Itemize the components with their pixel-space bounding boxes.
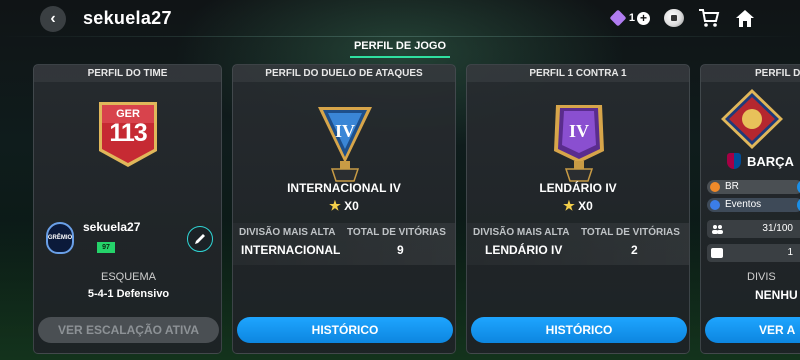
- back-arrow-icon: ‹: [50, 10, 56, 27]
- stars-row: ★ X0: [233, 198, 455, 214]
- star-icon: ★: [329, 198, 341, 213]
- highest-division-label: DIVISÃO MAIS ALTA: [473, 227, 570, 238]
- region-pill: BR: [707, 180, 800, 194]
- rating-value: 113: [109, 119, 147, 147]
- highest-division-label: DIVISÃO MAIS ALTA: [239, 227, 336, 238]
- barca-crest-icon: [727, 153, 741, 169]
- page-title: sekuela27: [83, 8, 172, 28]
- attack-duel-profile-card: PERFIL DO DUELO DE ATAQUES IV INTERNACIO…: [232, 64, 456, 354]
- scheme-value: 5-4-1 Defensivo: [87, 288, 170, 300]
- edit-button[interactable]: [187, 226, 213, 252]
- members-count: 31/100: [762, 223, 793, 234]
- stars-count: X0: [578, 199, 593, 213]
- one-vs-one-profile-card: PERFIL 1 CONTRA 1 IV LENDÁRIO IV ★ X0 DI…: [466, 64, 690, 354]
- top-bar: ‹ sekuela27 1 +: [0, 0, 800, 36]
- club-profile-card: PERFIL D BARÇA BR Eventos 31/100 1 DIVIS…: [700, 64, 800, 354]
- members-row: 31/100: [707, 220, 800, 238]
- events-icon: [710, 200, 720, 210]
- level-badge: 97: [97, 242, 115, 253]
- back-button[interactable]: ‹: [40, 6, 66, 32]
- cart-icon[interactable]: [698, 8, 720, 28]
- rating-badge: GER 113: [95, 99, 161, 169]
- view-active-lineup-button[interactable]: VER ESCALAÇÃO ATIVA: [38, 317, 219, 343]
- card-header: PERFIL DO TIME: [34, 65, 221, 82]
- card-header: PERFIL DO DUELO DE ATAQUES: [233, 65, 455, 82]
- card-header: PERFIL D: [701, 65, 800, 82]
- events-label: Eventos: [725, 199, 762, 210]
- second-count: 1: [787, 247, 793, 258]
- region-icon: [710, 182, 720, 192]
- card-header: PERFIL 1 CONTRA 1: [467, 65, 689, 82]
- stats-panel: DIVISÃO MAIS ALTA TOTAL DE VITÓRIAS LEND…: [467, 223, 689, 265]
- stars-row: ★ X0: [467, 198, 689, 214]
- events-pill: Eventos: [707, 198, 800, 212]
- star-icon: ★: [563, 198, 575, 213]
- plus-icon: +: [637, 11, 650, 25]
- history-button[interactable]: HISTÓRICO: [471, 317, 687, 343]
- members-icon: [712, 225, 723, 234]
- highest-division-value: LENDÁRIO IV: [485, 243, 563, 257]
- tab-bar: PERFIL DE JOGO: [0, 36, 800, 58]
- tag-icon: [609, 9, 627, 27]
- international-trophy-icon: IV: [318, 107, 372, 182]
- total-wins-value: 2: [631, 243, 638, 257]
- tab-perfil-de-jogo[interactable]: PERFIL DE JOGO: [330, 36, 470, 58]
- home-icon[interactable]: [734, 8, 756, 28]
- league-icon: [711, 248, 723, 258]
- currency-value: 1: [628, 12, 635, 24]
- club-crest-icon: GRÊMIO: [46, 222, 74, 254]
- division-name: INTERNACIONAL IV: [287, 181, 401, 195]
- total-wins-label: TOTAL DE VITÓRIAS: [581, 227, 680, 238]
- region-label: BR: [725, 181, 739, 192]
- scheme-label: ESQUEMA: [100, 271, 156, 283]
- team-username: sekuela27: [83, 220, 141, 234]
- trophy-numeral: IV: [569, 121, 589, 141]
- total-wins-value: 9: [397, 243, 404, 257]
- division-label: DIVIS: [747, 271, 776, 283]
- ball-icon[interactable]: [664, 9, 684, 27]
- view-club-button[interactable]: VER A: [705, 317, 800, 343]
- history-button[interactable]: HISTÓRICO: [237, 317, 453, 343]
- total-wins-label: TOTAL DE VITÓRIAS: [347, 227, 446, 238]
- second-count-row: 1: [707, 244, 800, 262]
- club-name: BARÇA: [747, 153, 794, 169]
- team-profile-card: PERFIL DO TIME GER 113 GRÊMIO sekuela27 …: [33, 64, 222, 354]
- division-name: LENDÁRIO IV: [539, 181, 617, 195]
- top-icons: 1 +: [609, 8, 756, 28]
- division-value: NENHU: [755, 288, 798, 302]
- trophy-numeral: IV: [335, 121, 355, 141]
- stars-count: X0: [344, 199, 359, 213]
- stats-panel: DIVISÃO MAIS ALTA TOTAL DE VITÓRIAS INTE…: [233, 223, 455, 265]
- pencil-icon: [195, 234, 205, 244]
- club-name-row: BARÇA: [727, 153, 794, 169]
- currency-counter[interactable]: 1 +: [609, 9, 650, 27]
- highest-division-value: INTERNACIONAL: [241, 243, 341, 257]
- legendary-trophy-icon: IV: [554, 105, 604, 182]
